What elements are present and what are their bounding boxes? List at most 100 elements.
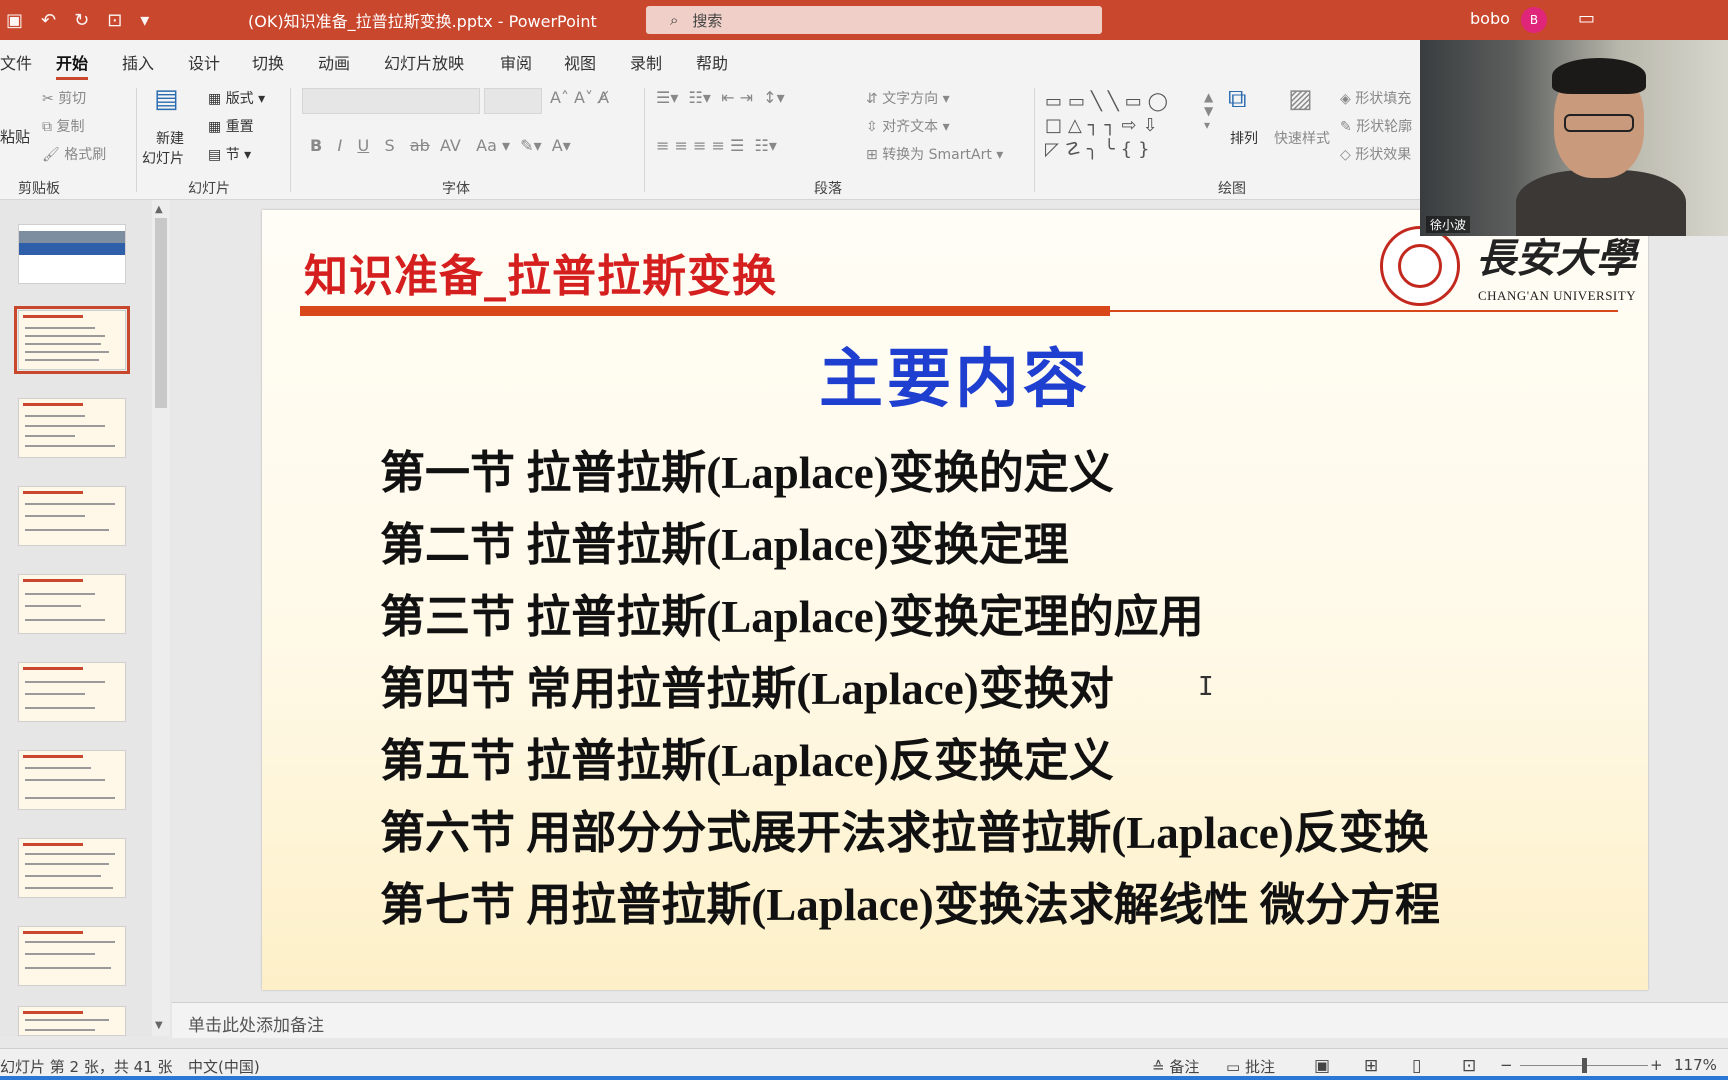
tab-insert[interactable]: 插入 [122, 50, 154, 74]
text-direction-label: 文字方向 [882, 91, 939, 107]
tab-transitions[interactable]: 切换 [252, 50, 284, 74]
tab-file[interactable]: 文件 [0, 50, 32, 74]
notes-pane[interactable]: 单击此处添加备注 [172, 1002, 1728, 1038]
tab-help[interactable]: 帮助 [696, 50, 728, 74]
toc-item[interactable]: 第七节 用拉普拉斯(Laplace)变换法求解线性 微分方程 [380, 868, 1440, 933]
slide-thumbnail[interactable] [18, 224, 126, 284]
slide-thumbnail[interactable] [18, 574, 126, 634]
tab-slideshow[interactable]: 幻灯片放映 [384, 50, 464, 74]
zoom-out-icon[interactable]: − [1500, 1056, 1513, 1074]
smartart-button[interactable]: ⊞ 转换为 SmartArt ▾ [866, 144, 1003, 164]
shape-fill-button[interactable]: ◈ 形状填充 [1340, 88, 1411, 108]
scrollbar-thumb[interactable] [155, 218, 167, 408]
tab-review[interactable]: 审阅 [500, 50, 532, 74]
new-slide-label-2[interactable]: 幻灯片 [142, 148, 184, 168]
tab-animations[interactable]: 动画 [318, 50, 350, 74]
slide-thumbnail[interactable] [18, 398, 126, 458]
comments-toggle-label: 批注 [1244, 1058, 1275, 1076]
redo-icon[interactable]: ↻ [74, 10, 89, 31]
section-button[interactable]: ▤ 节 ▾ [208, 144, 251, 164]
slide-thumbnail[interactable] [18, 1006, 126, 1036]
slide-title[interactable]: 知识准备_拉普拉斯变换 [304, 240, 777, 304]
slide-thumbnail[interactable] [18, 750, 126, 810]
shape-outline-button[interactable]: ✎ 形状轮廓 [1340, 116, 1412, 136]
strikethrough-icon[interactable]: ab [410, 136, 430, 155]
ribbon-display-icon[interactable]: ▭ [1578, 8, 1595, 29]
smartart-label: 转换为 SmartArt [882, 147, 992, 163]
customize-qa-icon[interactable]: ▾ [140, 10, 149, 31]
zoom-in-icon[interactable]: + [1650, 1056, 1663, 1074]
save-icon[interactable]: ▣ [6, 10, 23, 31]
scroll-up-icon[interactable]: ▲ [155, 204, 163, 215]
slide-thumbnail[interactable] [18, 486, 126, 546]
toc-item[interactable]: 第二节 拉普拉斯(Laplace)变换定理 [380, 508, 1069, 573]
undo-icon[interactable]: ↶ [41, 10, 56, 31]
shape-effects-button[interactable]: ◇ 形状效果 [1340, 144, 1411, 164]
slide-thumbnail[interactable] [18, 926, 126, 986]
tab-design[interactable]: 设计 [188, 50, 220, 74]
text-direction-button[interactable]: ⇵ 文字方向 ▾ [866, 88, 950, 108]
language-indicator[interactable]: 中文(中国) [188, 1056, 260, 1077]
align-text-button[interactable]: ⇳ 对齐文本 ▾ [866, 116, 950, 136]
zoom-level[interactable]: 117% [1674, 1056, 1717, 1074]
notes-toggle[interactable]: ≙ 备注 [1152, 1056, 1199, 1077]
font-size-buttons[interactable]: A˄ A˅ A̸ [550, 88, 609, 107]
font-size-select[interactable] [484, 88, 542, 114]
avatar[interactable]: B [1521, 7, 1547, 33]
bold-button[interactable]: B [310, 136, 322, 155]
change-case-button[interactable]: Aa [476, 136, 497, 155]
user-name[interactable]: bobo [1470, 9, 1510, 28]
comments-toggle[interactable]: ▭ 批注 [1226, 1056, 1275, 1077]
contents-heading[interactable]: 主要内容 [262, 328, 1648, 420]
reset-button[interactable]: ▦ 重置 [208, 116, 254, 136]
shapes-gallery[interactable]: ▭▭╲╲▭◯ □△┐┐⇨⇩ ◸☡╮╰{} [1045, 90, 1205, 160]
thumbnail-scrollbar[interactable]: ▲ ▼ [152, 200, 170, 1036]
toc-item[interactable]: 第五节 拉普拉斯(Laplace)反变换定义 [380, 724, 1114, 789]
arrange-icon[interactable]: ⧉ [1228, 84, 1247, 115]
slideshow-view-icon[interactable]: ⊡ [1462, 1056, 1476, 1076]
quick-styles-label[interactable]: 快速样式 [1274, 128, 1330, 148]
toc-item[interactable]: 第三节 拉普拉斯(Laplace)变换定理的应用 [380, 580, 1204, 645]
arrange-label[interactable]: 排列 [1230, 128, 1258, 148]
new-slide-icon[interactable]: ▤ [154, 84, 179, 114]
underline-button[interactable]: U [357, 136, 369, 155]
copy-button[interactable]: ⧉ 复制 [42, 116, 84, 136]
zoom-slider-thumb[interactable] [1582, 1058, 1587, 1073]
present-icon[interactable]: ⊡ [107, 10, 122, 31]
tab-home[interactable]: 开始 [56, 50, 89, 80]
toc-item[interactable]: 第六节 用部分分式展开法求拉普拉斯(Laplace)反变换 [380, 796, 1429, 861]
reading-view-icon[interactable]: ▯ [1412, 1056, 1421, 1076]
slide-thumbnail[interactable] [18, 662, 126, 722]
title-bar: ▣ ↶ ↻ ⊡ ▾ (OK)知识准备_拉普拉斯变换.pptx - PowerPo… [0, 0, 1728, 40]
webcam-overlay[interactable]: 徐小波 [1420, 40, 1728, 236]
gallery-scroll-icon[interactable]: ▲ ▼ ▾ [1204, 90, 1213, 132]
alignment-buttons[interactable]: ≡ ≡ ≡ ≡ ☰ ☷▾ [656, 136, 777, 155]
paste-button[interactable]: 粘贴 [0, 126, 30, 147]
tab-view[interactable]: 视图 [564, 50, 596, 74]
format-painter-button[interactable]: 🖌 格式刷 [42, 144, 106, 164]
drawing-group-label: 绘图 [1218, 181, 1246, 197]
layout-button[interactable]: ▦ 版式 ▾ [208, 88, 265, 108]
normal-view-icon[interactable]: ▣ [1314, 1056, 1330, 1076]
format-painter-label: 格式刷 [64, 147, 107, 163]
list-buttons[interactable]: ☰▾ ☷▾ ⇤ ⇥ ↕▾ [656, 88, 785, 107]
notes-toggle-label: 备注 [1169, 1058, 1200, 1076]
toc-item[interactable]: 第一节 拉普拉斯(Laplace)变换的定义 [380, 436, 1114, 501]
font-family-select[interactable] [302, 88, 480, 114]
font-format-buttons[interactable]: B I U S ab AV Aa ▾ ✎▾ A▾ [310, 136, 571, 155]
align-text-label: 对齐文本 [882, 119, 939, 135]
shadow-button[interactable]: S [384, 136, 394, 155]
slide-canvas[interactable]: 知识准备_拉普拉斯变换 長安大學 CHANG'AN UNIVERSITY 主要内… [262, 210, 1648, 990]
cut-button[interactable]: ✂ 剪切 [42, 88, 86, 108]
notes-placeholder[interactable]: 单击此处添加备注 [188, 1011, 324, 1036]
toc-item[interactable]: 第四节 常用拉普拉斯(Laplace)变换对 [380, 652, 1114, 717]
quick-styles-icon[interactable]: ▨ [1288, 84, 1313, 114]
italic-button[interactable]: I [337, 136, 342, 155]
tab-record[interactable]: 录制 [630, 50, 662, 74]
slide-thumbnail[interactable] [18, 838, 126, 898]
search-box[interactable]: ⌕ 搜索 [646, 6, 1102, 34]
new-slide-label-1[interactable]: 新建 [156, 128, 184, 148]
slide-thumbnail[interactable] [14, 306, 130, 374]
scroll-down-icon[interactable]: ▼ [155, 1020, 163, 1031]
slide-sorter-icon[interactable]: ⊞ [1364, 1056, 1378, 1076]
